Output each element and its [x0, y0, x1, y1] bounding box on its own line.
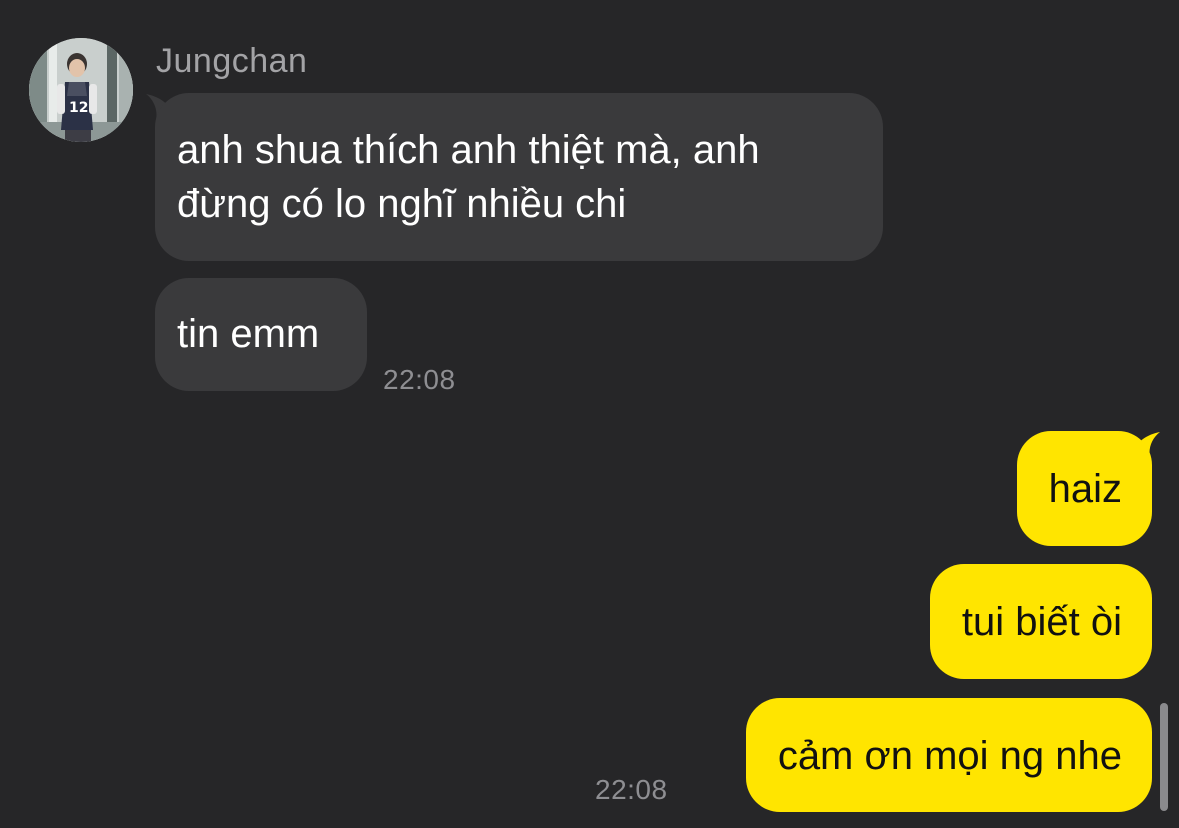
message-text: cảm ơn mọi ng nhe: [777, 734, 1122, 778]
message-timestamp: 22:08: [595, 774, 668, 805]
sender-name: Jungchan: [156, 42, 308, 80]
incoming-message-bubble[interactable]: tin emm: [155, 278, 367, 391]
incoming-message-bubble[interactable]: anh shua thích anh thiệt mà, anh đừng có…: [155, 93, 883, 261]
message-text: tui biết òi: [961, 600, 1122, 644]
message-text: haiz: [1048, 467, 1122, 511]
avatar-photo-icon: 12: [29, 38, 133, 142]
outgoing-message-bubble[interactable]: tui biết òi: [929, 564, 1152, 679]
outgoing-message-bubble[interactable]: haiz: [1016, 431, 1152, 546]
chat-view: 12 Jungchan anh shua thích anh thiệt mà,…: [0, 0, 1179, 828]
svg-text:12: 12: [69, 100, 88, 116]
scrollbar-thumb[interactable]: [1160, 703, 1168, 811]
message-text-line: đừng có lo nghĩ nhiều chi: [177, 182, 627, 226]
message-timestamp: 22:08: [383, 364, 456, 395]
message-text: tin emm: [177, 312, 320, 356]
outgoing-message-bubble[interactable]: cảm ơn mọi ng nhe: [745, 698, 1152, 812]
message-text-line: anh shua thích anh thiệt mà, anh: [177, 128, 760, 172]
contact-avatar[interactable]: 12: [29, 38, 133, 142]
